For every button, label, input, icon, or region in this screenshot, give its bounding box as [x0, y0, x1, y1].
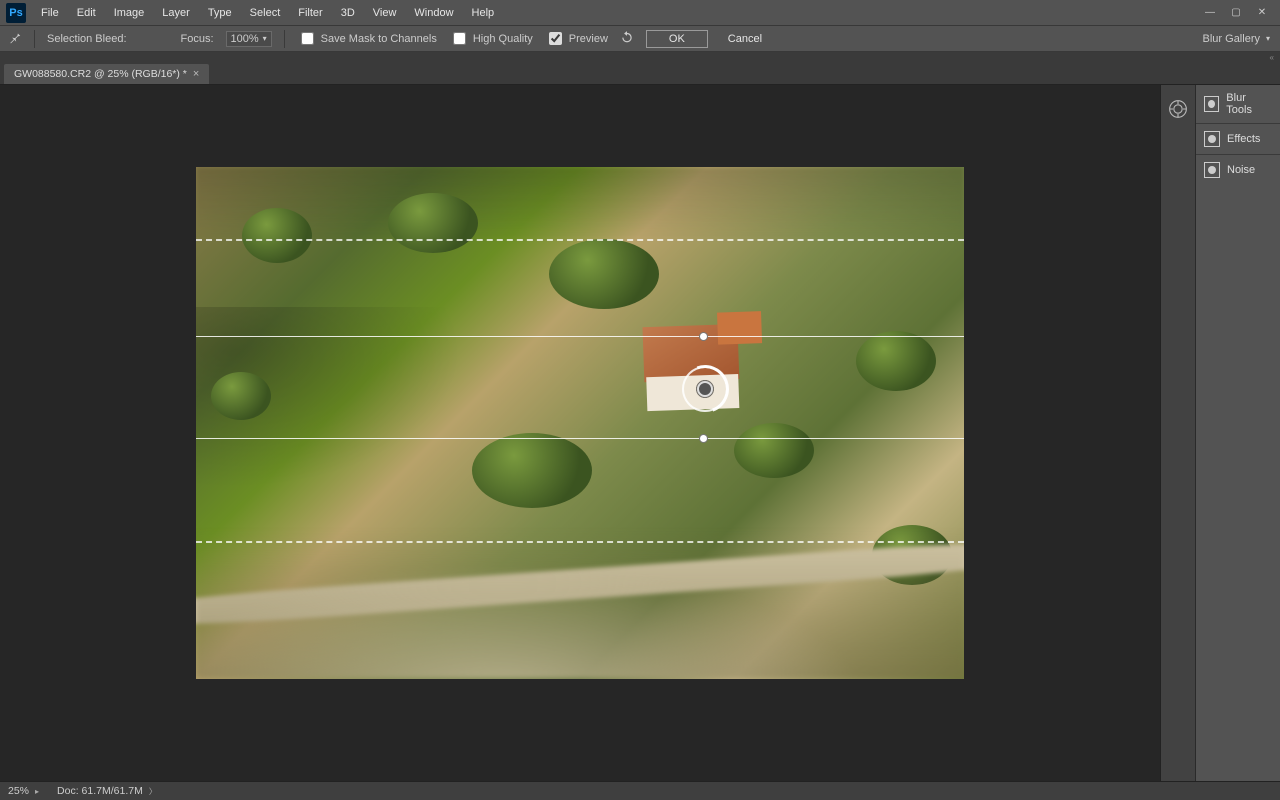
- selection-bleed-label: Selection Bleed:: [47, 33, 127, 45]
- high-quality-label: High Quality: [473, 33, 533, 45]
- panel-label: Effects: [1227, 133, 1260, 145]
- window-minimize-icon[interactable]: —: [1204, 7, 1216, 19]
- chevron-down-icon: ▾: [1266, 34, 1270, 43]
- tilt-shift-outer-bottom-line[interactable]: [196, 541, 964, 543]
- tilt-shift-blur-ring[interactable]: [682, 366, 728, 412]
- panel-label: Noise: [1227, 164, 1255, 176]
- window-close-icon[interactable]: ✕: [1256, 7, 1268, 19]
- focus-value: 100%: [231, 33, 259, 45]
- tilt-shift-outer-top-line[interactable]: [196, 239, 964, 241]
- options-bar: Selection Bleed: Focus: 100% ▾ Save Mask…: [0, 25, 1280, 52]
- menu-image[interactable]: Image: [105, 3, 154, 23]
- menu-3d[interactable]: 3D: [332, 3, 364, 23]
- panel-blur-tools[interactable]: Blur Tools: [1196, 85, 1280, 123]
- menu-layer[interactable]: Layer: [153, 3, 199, 23]
- cancel-button[interactable]: Cancel: [720, 31, 770, 47]
- menu-file[interactable]: File: [32, 3, 68, 23]
- document-canvas[interactable]: [196, 167, 964, 679]
- menu-select[interactable]: Select: [241, 3, 290, 23]
- zoom-dropdown-icon[interactable]: ▸: [35, 787, 39, 796]
- panel-label: Blur Tools: [1226, 92, 1272, 116]
- workspace-switcher[interactable]: Blur Gallery ▾: [1203, 33, 1270, 45]
- ok-button[interactable]: OK: [646, 30, 708, 48]
- cc-libraries-icon[interactable]: [1168, 99, 1188, 122]
- menu-type[interactable]: Type: [199, 3, 241, 23]
- menu-window[interactable]: Window: [405, 3, 462, 23]
- collapsed-panel-dock: [1160, 85, 1195, 781]
- menu-view[interactable]: View: [364, 3, 406, 23]
- tilt-shift-focus-bottom-line[interactable]: [196, 438, 964, 439]
- high-quality-input[interactable]: [453, 32, 466, 45]
- menu-bar: Ps File Edit Image Layer Type Select Fil…: [0, 0, 1280, 25]
- document-tab-bar: GW088580.CR2 @ 25% (RGB/16*) * ×: [0, 62, 1280, 85]
- high-quality-checkbox[interactable]: High Quality: [449, 29, 533, 48]
- panel-collapse-row: «: [0, 52, 1280, 62]
- chevron-down-icon: ▾: [263, 34, 267, 43]
- panel-icon: [1204, 96, 1219, 112]
- panel-noise[interactable]: Noise: [1196, 154, 1280, 185]
- close-tab-icon[interactable]: ×: [193, 68, 199, 80]
- canvas-area[interactable]: [0, 85, 1160, 781]
- preview-input[interactable]: [549, 32, 562, 45]
- workspace-label: Blur Gallery: [1203, 33, 1260, 45]
- save-mask-input[interactable]: [301, 32, 314, 45]
- focus-dropdown[interactable]: 100% ▾: [226, 31, 272, 47]
- panel-effects[interactable]: Effects: [1196, 123, 1280, 154]
- doc-size: Doc: 61.7M/61.7M: [57, 785, 143, 797]
- reset-icon[interactable]: [620, 30, 634, 47]
- tilt-shift-top-handle[interactable]: [699, 332, 708, 341]
- document-title: GW088580.CR2 @ 25% (RGB/16*) *: [14, 68, 187, 80]
- menu-edit[interactable]: Edit: [68, 3, 105, 23]
- panel-icon: [1204, 131, 1220, 147]
- save-mask-label: Save Mask to Channels: [321, 33, 437, 45]
- tilt-shift-focus-top-line[interactable]: [196, 336, 964, 337]
- menu-help[interactable]: Help: [463, 3, 504, 23]
- app-logo: Ps: [6, 3, 26, 23]
- doc-info-dropdown-icon[interactable]: 〉: [149, 786, 157, 797]
- document-tab[interactable]: GW088580.CR2 @ 25% (RGB/16*) * ×: [4, 64, 209, 84]
- focus-label: Focus:: [181, 33, 214, 45]
- save-mask-checkbox[interactable]: Save Mask to Channels: [297, 29, 437, 48]
- expand-panels-icon[interactable]: «: [1270, 53, 1274, 62]
- menu-filter[interactable]: Filter: [289, 3, 331, 23]
- blur-gallery-panel: Blur Tools Effects Noise: [1195, 85, 1280, 781]
- window-maximize-icon[interactable]: ▢: [1230, 7, 1242, 19]
- photo-content: [196, 167, 964, 679]
- pin-icon[interactable]: [8, 30, 22, 47]
- zoom-level[interactable]: 25%: [8, 785, 29, 797]
- preview-checkbox[interactable]: Preview: [545, 29, 608, 48]
- panel-icon: [1204, 162, 1220, 178]
- status-bar: 25% ▸ Doc: 61.7M/61.7M 〉: [0, 781, 1280, 800]
- preview-label: Preview: [569, 33, 608, 45]
